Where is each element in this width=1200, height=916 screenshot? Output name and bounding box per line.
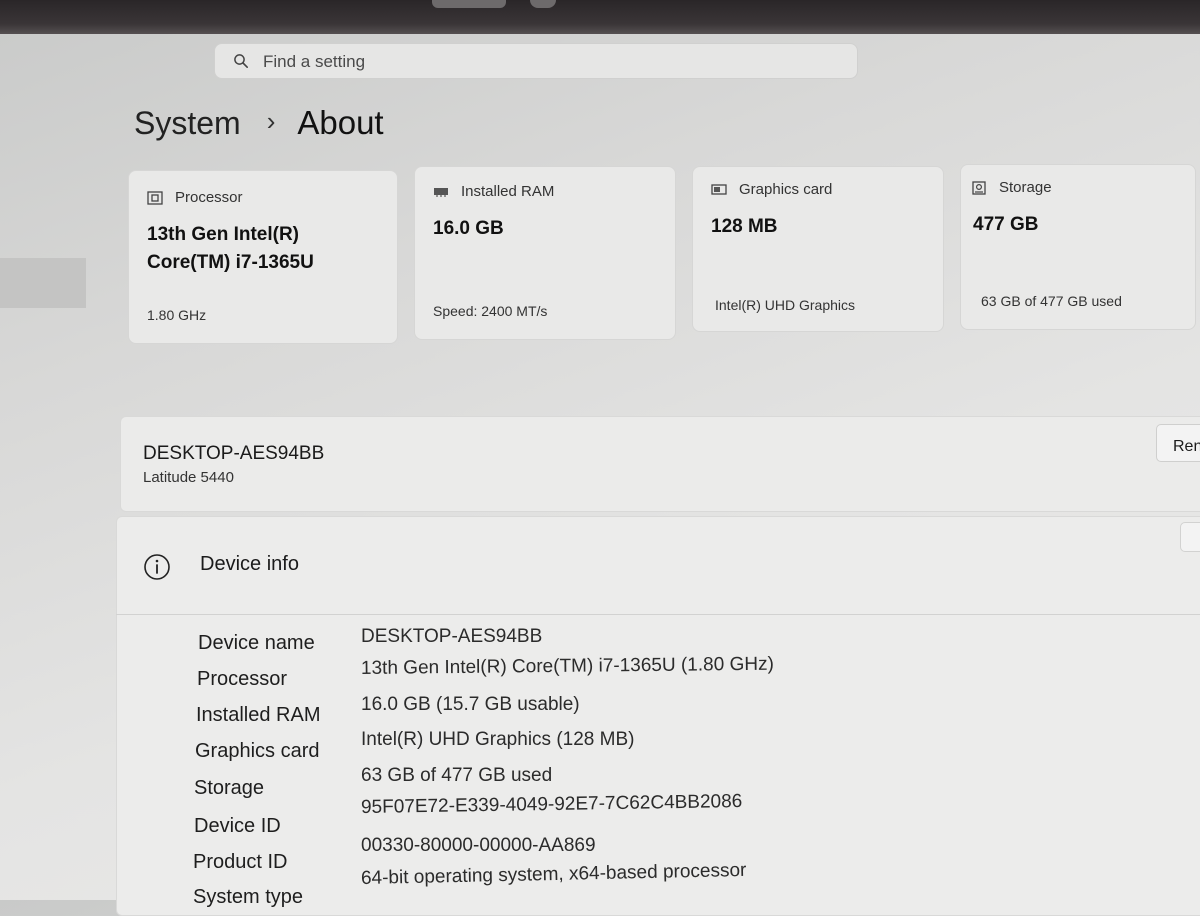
device-info-panel	[116, 516, 1200, 916]
card-title: Graphics card	[739, 181, 833, 198]
card-footer: Intel(R) UHD Graphics	[715, 297, 856, 313]
search-icon	[234, 54, 248, 68]
processor-icon	[147, 190, 163, 205]
device-model: Latitude 5440	[143, 469, 234, 486]
storage-card: Storage 477 GB 63 GB of 477 GB used	[960, 164, 1196, 330]
card-value: 13th Gen Intel(R) Core(TM) i7-1365U	[147, 224, 314, 273]
card-title: Processor	[175, 189, 243, 206]
device-info-header[interactable]: Device info	[200, 553, 299, 576]
sidebar-edge	[0, 258, 86, 308]
breadcrumb: System › About	[134, 100, 384, 146]
copy-button[interactable]	[1180, 522, 1200, 552]
card-footer: 63 GB of 477 GB used	[981, 293, 1122, 309]
info-icon	[144, 554, 170, 580]
screen-bezel	[0, 0, 1200, 34]
graphics-card-icon	[711, 183, 727, 195]
search-box[interactable]	[214, 43, 858, 79]
ram-icon	[434, 187, 448, 197]
card-footer: Speed: 2400 MT/s	[433, 303, 548, 319]
chevron-right-icon: ›	[266, 105, 276, 136]
bezel-notch	[432, 0, 506, 8]
card-value: 16.0 GB	[433, 218, 504, 239]
search-input[interactable]	[261, 48, 825, 76]
card-title: Storage	[999, 179, 1052, 196]
card-footer: 1.80 GHz	[147, 307, 207, 323]
card-title: Installed RAM	[461, 183, 555, 200]
graphics-card-card: Graphics card 128 MB Intel(R) UHD Graphi…	[692, 166, 944, 332]
device-name: DESKTOP-AES94BB	[143, 443, 325, 464]
card-value: 128 MB	[711, 216, 778, 237]
breadcrumb-system[interactable]: System	[134, 105, 241, 142]
processor-card: Processor 13th Gen Intel(R) Core(TM) i7-…	[128, 170, 398, 344]
device-name-panel: DESKTOP-AES94BB Latitude 5440	[120, 416, 1200, 512]
card-value: 477 GB	[973, 214, 1039, 235]
rename-button[interactable]: Ren	[1156, 424, 1200, 462]
page-title: About	[297, 104, 384, 141]
divider	[116, 614, 1200, 615]
installed-ram-card: Installed RAM 16.0 GB Speed: 2400 MT/s	[414, 166, 676, 340]
bezel-notch	[530, 0, 556, 8]
storage-icon	[972, 180, 986, 195]
